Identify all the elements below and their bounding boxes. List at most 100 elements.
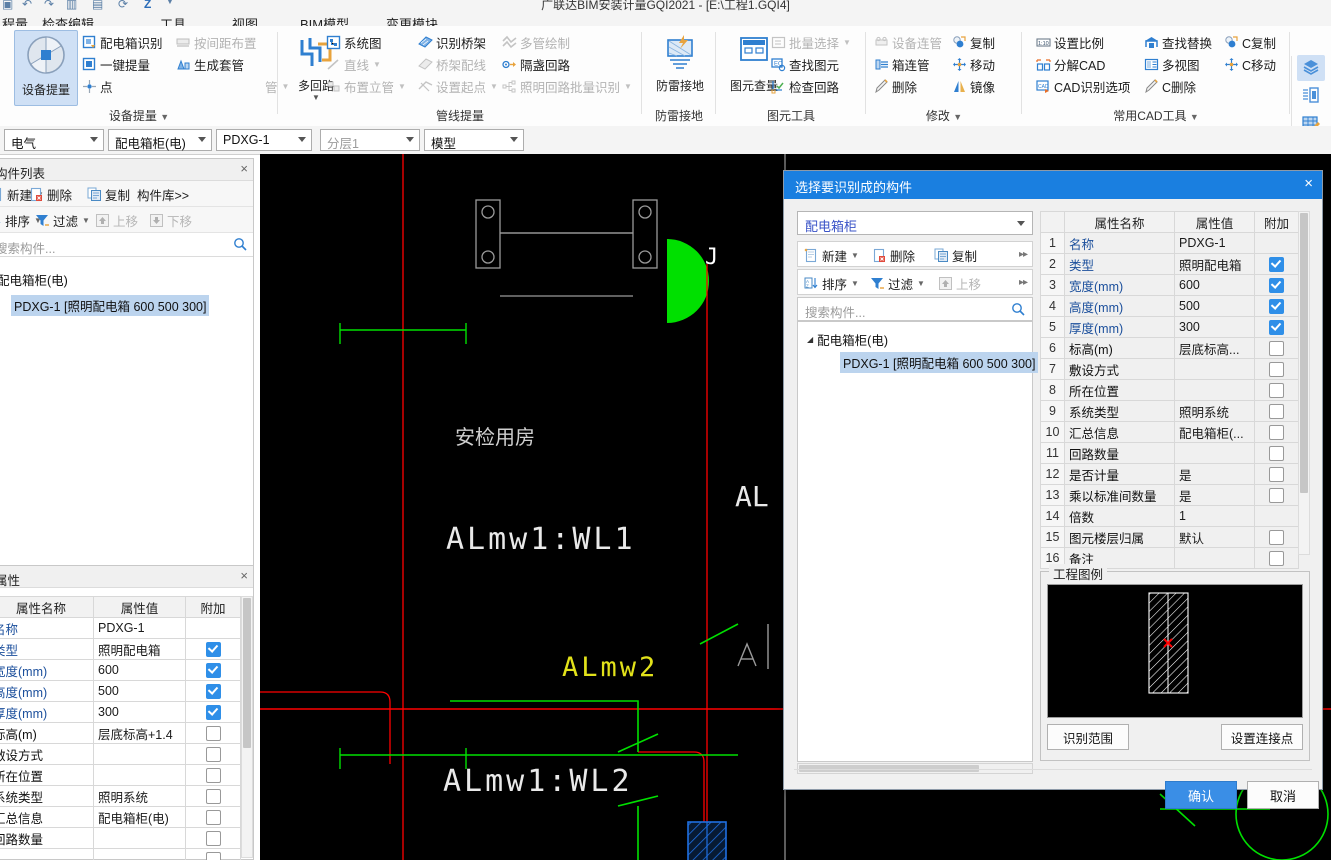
- ribbon-item-panel-recognize[interactable]: 配电箱识别: [82, 32, 163, 52]
- attach-checkbox[interactable]: [205, 830, 221, 846]
- qat-z-icon[interactable]: Z: [144, 0, 151, 11]
- search-icon[interactable]: [1011, 302, 1025, 319]
- property-row[interactable]: 敷设方式: [0, 743, 241, 765]
- attach-checkbox[interactable]: [1269, 319, 1284, 335]
- chevron-down-icon[interactable]: ▼: [953, 112, 962, 122]
- chevron-down-icon[interactable]: ▼: [851, 279, 859, 288]
- view-mode-select[interactable]: 模型: [424, 129, 524, 151]
- layers-button[interactable]: [1297, 55, 1325, 81]
- dialog-property-attach[interactable]: [1254, 484, 1299, 506]
- dialog-property-value[interactable]: 照明配电箱: [1174, 253, 1255, 275]
- chevron-down-icon[interactable]: ▼: [1190, 112, 1199, 122]
- close-icon[interactable]: ×: [1304, 175, 1313, 193]
- ribbon-item-box-connect-pipe[interactable]: 箱连管: [874, 54, 930, 74]
- chevron-down-icon[interactable]: ▼: [843, 38, 851, 47]
- attach-checkbox[interactable]: [205, 662, 221, 678]
- dialog-property-value[interactable]: 500: [1174, 295, 1255, 317]
- ribbon-item-set-scale[interactable]: 1:10 设置比例: [1036, 32, 1104, 52]
- property-row[interactable]: 标高(m)层底标高+1.4: [0, 722, 241, 744]
- filter-button[interactable]: 过滤 ▼: [35, 209, 90, 231]
- dialog-property-value[interactable]: PDXG-1: [1174, 232, 1255, 254]
- attach-checkbox[interactable]: [1269, 340, 1284, 356]
- dialog-property-value[interactable]: [1174, 547, 1255, 569]
- chevron-down-icon[interactable]: [1017, 221, 1025, 226]
- chevron-down-icon[interactable]: ▼: [398, 82, 406, 91]
- ribbon-item-explode-cad[interactable]: 分解CAD: [1036, 54, 1105, 74]
- attach-checkbox[interactable]: [1269, 466, 1284, 482]
- dialog-property-value[interactable]: 300: [1174, 316, 1255, 338]
- property-value[interactable]: [93, 764, 186, 786]
- ribbon-item-delete[interactable]: 删除: [874, 76, 917, 96]
- property-attach[interactable]: [185, 617, 241, 639]
- dialog-property-attach[interactable]: [1254, 526, 1299, 548]
- chevron-down-icon[interactable]: ▼: [851, 251, 859, 260]
- dialog-filter-button[interactable]: 过滤 ▼: [870, 272, 925, 294]
- chevron-down-icon[interactable]: ▼: [373, 60, 381, 69]
- dialog-property-row[interactable]: 1 名称 PDXG-1: [1040, 232, 1299, 254]
- property-row[interactable]: 高度(mm)500: [0, 680, 241, 702]
- property-attach[interactable]: [185, 827, 241, 849]
- dialog-property-value[interactable]: [1174, 442, 1255, 464]
- qat-undo-icon[interactable]: ↶: [22, 0, 32, 11]
- dialog-property-attach[interactable]: [1254, 316, 1299, 338]
- property-attach[interactable]: [185, 680, 241, 702]
- dialog-tree-item-pdxg1[interactable]: PDXG-1 [照明配电箱 600 500 300]: [840, 352, 1039, 373]
- dialog-property-row[interactable]: 15 图元楼层归属 默认: [1040, 526, 1299, 548]
- dialog-component-tree[interactable]: ◢ 配电箱柜(电) PDXG-1 [照明配电箱 600 500 300]: [797, 321, 1039, 762]
- property-value[interactable]: PDXG-1: [93, 617, 186, 639]
- dialog-property-attach[interactable]: [1254, 379, 1299, 401]
- ribbon-item-multi-view[interactable]: 多视图: [1144, 54, 1200, 74]
- attach-checkbox[interactable]: [1269, 298, 1284, 314]
- attach-checkbox[interactable]: [1269, 256, 1284, 272]
- close-icon[interactable]: ×: [240, 568, 248, 583]
- dialog-property-value[interactable]: 配电箱柜(...: [1174, 421, 1255, 443]
- dialog-property-attach[interactable]: [1254, 295, 1299, 317]
- dialog-property-value[interactable]: 照明系统: [1174, 400, 1255, 422]
- dialog-property-row[interactable]: 2 类型 照明配电箱: [1040, 253, 1299, 275]
- ribbon-item-cad-recognize-options[interactable]: CAD CAD识别选项: [1036, 76, 1130, 96]
- dialog-copy-button[interactable]: 复制: [934, 244, 977, 266]
- dialog-tree-root[interactable]: ◢ 配电箱柜(电): [807, 330, 888, 349]
- ribbon-item-device-connect-pipe[interactable]: 设备连管: [874, 32, 942, 52]
- scrollbar-thumb[interactable]: [1300, 213, 1308, 493]
- recognize-scope-button[interactable]: 识别范围: [1047, 724, 1129, 750]
- dialog-grid-scrollbar[interactable]: [1298, 211, 1310, 555]
- chevron-down-icon[interactable]: [90, 137, 98, 142]
- property-value[interactable]: 500: [93, 680, 186, 702]
- cancel-button[interactable]: 取消: [1247, 781, 1319, 809]
- attach-checkbox[interactable]: [1269, 424, 1284, 440]
- toolbar-overflow-icon[interactable]: ▸▸: [1019, 249, 1028, 260]
- attach-checkbox[interactable]: [1269, 529, 1284, 545]
- ribbon-item-find-element[interactable]: EQ 查找图元: [771, 54, 839, 74]
- chevron-down-icon[interactable]: [298, 137, 306, 142]
- property-row[interactable]: [0, 848, 241, 860]
- ribbon-item-recognize-tray[interactable]: 识别桥架: [418, 32, 486, 52]
- property-attach[interactable]: [185, 743, 241, 765]
- ribbon-item-cad-delete[interactable]: C删除: [1144, 76, 1196, 96]
- chevron-down-icon[interactable]: [406, 137, 414, 142]
- component-search-input[interactable]: 搜索构件...: [0, 233, 253, 257]
- confirm-button[interactable]: 确认: [1165, 781, 1237, 809]
- attach-checkbox[interactable]: [1269, 445, 1284, 461]
- attach-checkbox[interactable]: [205, 788, 221, 804]
- toolbar-overflow-icon[interactable]: ▸▸: [1019, 277, 1028, 288]
- property-attach[interactable]: [185, 701, 241, 723]
- chevron-down-icon[interactable]: [198, 137, 206, 142]
- attach-checkbox[interactable]: [1269, 550, 1284, 566]
- copy-component-button[interactable]: 复制: [87, 183, 130, 205]
- qat-redo-icon[interactable]: ↷: [44, 0, 54, 11]
- ribbon-item-mirror[interactable]: 镜像: [952, 76, 995, 96]
- ribbon-item-find-replace[interactable]: 查找替换: [1144, 32, 1212, 52]
- scrollbar-thumb[interactable]: [243, 598, 251, 748]
- property-value[interactable]: [93, 743, 186, 765]
- layer-select[interactable]: 分层1: [320, 129, 420, 151]
- list-panel-button[interactable]: [1297, 83, 1325, 109]
- property-row[interactable]: 回路数量: [0, 827, 241, 849]
- property-row[interactable]: 所在位置: [0, 764, 241, 786]
- dialog-property-row[interactable]: 7 敷设方式: [1040, 358, 1299, 380]
- dialog-property-attach[interactable]: [1254, 232, 1299, 254]
- dialog-property-row[interactable]: 11 回路数量: [1040, 442, 1299, 464]
- attach-checkbox[interactable]: [1269, 382, 1284, 398]
- dialog-property-row[interactable]: 6 标高(m) 层底标高...: [1040, 337, 1299, 359]
- attach-checkbox[interactable]: [205, 767, 221, 783]
